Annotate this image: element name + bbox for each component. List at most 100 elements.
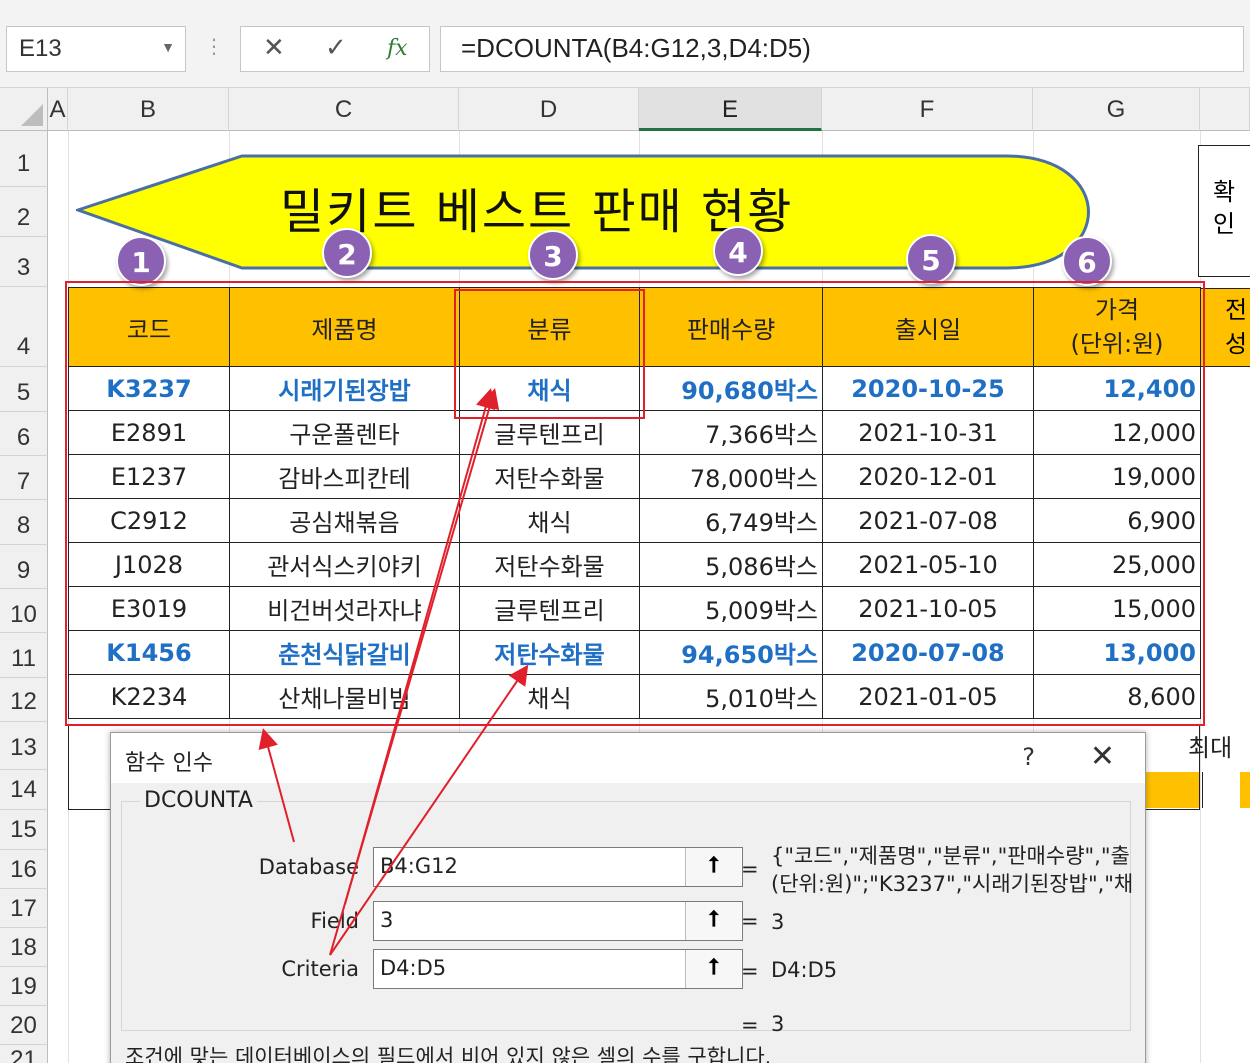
cell-quantity[interactable]: 94,650박스 bbox=[639, 630, 823, 675]
cell-price[interactable]: 25,000 bbox=[1033, 542, 1201, 587]
row-header-20[interactable]: 20 bbox=[0, 1006, 48, 1045]
col-header-d[interactable]: D bbox=[459, 88, 639, 131]
cancel-icon[interactable]: ✕ bbox=[263, 33, 285, 63]
cell-price[interactable]: 15,000 bbox=[1033, 586, 1201, 631]
cell-code[interactable]: K2234 bbox=[68, 674, 230, 719]
orange-cell[interactable] bbox=[1140, 772, 1200, 808]
col-header-a[interactable]: A bbox=[48, 88, 68, 131]
cell-quantity[interactable]: 7,366박스 bbox=[639, 410, 823, 455]
help-icon[interactable]: ? bbox=[1022, 743, 1035, 771]
cell-date[interactable]: 2020-10-25 bbox=[822, 366, 1034, 411]
cell-code[interactable]: E3019 bbox=[68, 586, 230, 631]
cell-quantity[interactable]: 5,010박스 bbox=[639, 674, 823, 719]
field-ref-icon[interactable]: ⭡ bbox=[685, 902, 741, 940]
cell-category[interactable]: 채식 bbox=[459, 498, 640, 543]
cell-price[interactable]: 6,900 bbox=[1033, 498, 1201, 543]
cell-code[interactable]: E2891 bbox=[68, 410, 230, 455]
row-header-21[interactable]: 21 bbox=[0, 1045, 48, 1063]
header-quantity[interactable]: 판매수량 bbox=[639, 287, 823, 367]
formula-input[interactable]: =DCOUNTA(B4:G12,3,D4:D5) bbox=[440, 26, 1244, 72]
row-header-7[interactable]: 7 bbox=[0, 456, 48, 500]
row-header-10[interactable]: 10 bbox=[0, 589, 48, 633]
criteria-ref-icon[interactable]: ⭡ bbox=[685, 950, 741, 988]
row-header-15[interactable]: 15 bbox=[0, 810, 48, 850]
header-category[interactable]: 분류 bbox=[459, 287, 640, 367]
cell-name[interactable]: 관서식스키야키 bbox=[229, 542, 460, 587]
row-header-5[interactable]: 5 bbox=[0, 367, 48, 412]
row-header-8[interactable]: 8 bbox=[0, 500, 48, 545]
cell-name[interactable]: 감바스피칸테 bbox=[229, 454, 460, 499]
col-header-c[interactable]: C bbox=[229, 88, 459, 131]
cell-quantity[interactable]: 78,000박스 bbox=[639, 454, 823, 499]
row-header-2[interactable]: 2 bbox=[0, 187, 48, 237]
cell-date[interactable]: 2020-07-08 bbox=[822, 630, 1034, 675]
row-header-18[interactable]: 18 bbox=[0, 928, 48, 967]
cell-category[interactable]: 저탄수화물 bbox=[459, 542, 640, 587]
row-header-11[interactable]: 11 bbox=[0, 633, 48, 678]
col-header-g[interactable]: G bbox=[1033, 88, 1200, 131]
name-box[interactable]: E13 ▼ bbox=[6, 26, 186, 72]
header-extra[interactable]: 전 성 bbox=[1201, 288, 1250, 367]
cell-quantity[interactable]: 5,086박스 bbox=[639, 542, 823, 587]
cell-price[interactable]: 13,000 bbox=[1033, 630, 1201, 675]
cell-quantity[interactable]: 6,749박스 bbox=[639, 498, 823, 543]
enter-icon[interactable]: ✓ bbox=[325, 33, 347, 63]
cell-name[interactable]: 산채나물비빔 bbox=[229, 674, 460, 719]
function-description: 조건에 맞는 데이터베이스의 필드에서 비어 있지 않은 셀의 수를 구합니다. bbox=[125, 1045, 772, 1063]
cell-date[interactable]: 2021-10-05 bbox=[822, 586, 1034, 631]
cell-code[interactable]: C2912 bbox=[68, 498, 230, 543]
row-header-16[interactable]: 16 bbox=[0, 850, 48, 889]
chevron-down-icon[interactable]: ▼ bbox=[161, 39, 175, 55]
row-header-12[interactable]: 12 bbox=[0, 678, 48, 722]
close-icon[interactable]: ✕ bbox=[1090, 739, 1115, 774]
col-header-b[interactable]: B bbox=[68, 88, 229, 131]
col-header-h[interactable] bbox=[1200, 88, 1250, 131]
database-label: Database bbox=[258, 855, 359, 879]
cell-name[interactable]: 구운폴렌타 bbox=[229, 410, 460, 455]
row-header-17[interactable]: 17 bbox=[0, 889, 48, 928]
cell-name[interactable]: 비건버섯라자냐 bbox=[229, 586, 460, 631]
col-header-f[interactable]: F bbox=[822, 88, 1033, 131]
row-header-14[interactable]: 14 bbox=[0, 770, 48, 810]
row-header-1[interactable]: 1 bbox=[0, 131, 48, 187]
header-date[interactable]: 출시일 bbox=[822, 287, 1034, 367]
row-header-9[interactable]: 9 bbox=[0, 545, 48, 589]
cell-quantity[interactable]: 90,680박스 bbox=[639, 366, 823, 411]
row-header-13[interactable]: 13 bbox=[0, 722, 48, 770]
row-header-19[interactable]: 19 bbox=[0, 967, 48, 1006]
cell-code[interactable]: K1456 bbox=[68, 630, 230, 675]
cell-date[interactable]: 2020-12-01 bbox=[822, 454, 1034, 499]
cell-price[interactable]: 8,600 bbox=[1033, 674, 1201, 719]
database-ref-icon[interactable]: ⭡ bbox=[685, 848, 741, 886]
cell-name[interactable]: 춘천식닭갈비 bbox=[229, 630, 460, 675]
cell-date[interactable]: 2021-10-31 bbox=[822, 410, 1034, 455]
cell-category[interactable]: 채식 bbox=[459, 366, 640, 411]
cell-code[interactable]: J1028 bbox=[68, 542, 230, 587]
cell-quantity[interactable]: 5,009박스 bbox=[639, 586, 823, 631]
col-header-e[interactable]: E bbox=[639, 88, 822, 131]
cell-date[interactable]: 2021-07-08 bbox=[822, 498, 1034, 543]
select-all-corner[interactable] bbox=[0, 88, 48, 131]
cell-code[interactable]: E1237 bbox=[68, 454, 230, 499]
cell-category[interactable]: 채식 bbox=[459, 674, 640, 719]
cell-date[interactable]: 2021-01-05 bbox=[822, 674, 1034, 719]
table-row: K1456 춘천식닭갈비 저탄수화물 94,650박스 2020-07-08 1… bbox=[68, 630, 1201, 675]
row-header-4[interactable]: 4 bbox=[0, 287, 48, 367]
cell-category[interactable]: 저탄수화물 bbox=[459, 454, 640, 499]
cell-price[interactable]: 12,400 bbox=[1033, 366, 1201, 411]
cell-code[interactable]: K3237 bbox=[68, 366, 230, 411]
header-code[interactable]: 코드 bbox=[68, 287, 230, 367]
row-header-6[interactable]: 6 bbox=[0, 412, 48, 456]
cell-date[interactable]: 2021-05-10 bbox=[822, 542, 1034, 587]
cell-price[interactable]: 12,000 bbox=[1033, 410, 1201, 455]
cell-category[interactable]: 글루텐프리 bbox=[459, 410, 640, 455]
cell-category[interactable]: 글루텐프리 bbox=[459, 586, 640, 631]
cell-name[interactable]: 공심채볶음 bbox=[229, 498, 460, 543]
cell-name[interactable]: 시래기된장밥 bbox=[229, 366, 460, 411]
insert-function-icon[interactable]: fx bbox=[387, 36, 408, 61]
row-header-3[interactable]: 3 bbox=[0, 237, 48, 287]
header-price[interactable]: 가격 (단위:원) bbox=[1033, 287, 1201, 367]
cell-category[interactable]: 저탄수화물 bbox=[459, 630, 640, 675]
header-name[interactable]: 제품명 bbox=[229, 287, 460, 367]
cell-price[interactable]: 19,000 bbox=[1033, 454, 1201, 499]
